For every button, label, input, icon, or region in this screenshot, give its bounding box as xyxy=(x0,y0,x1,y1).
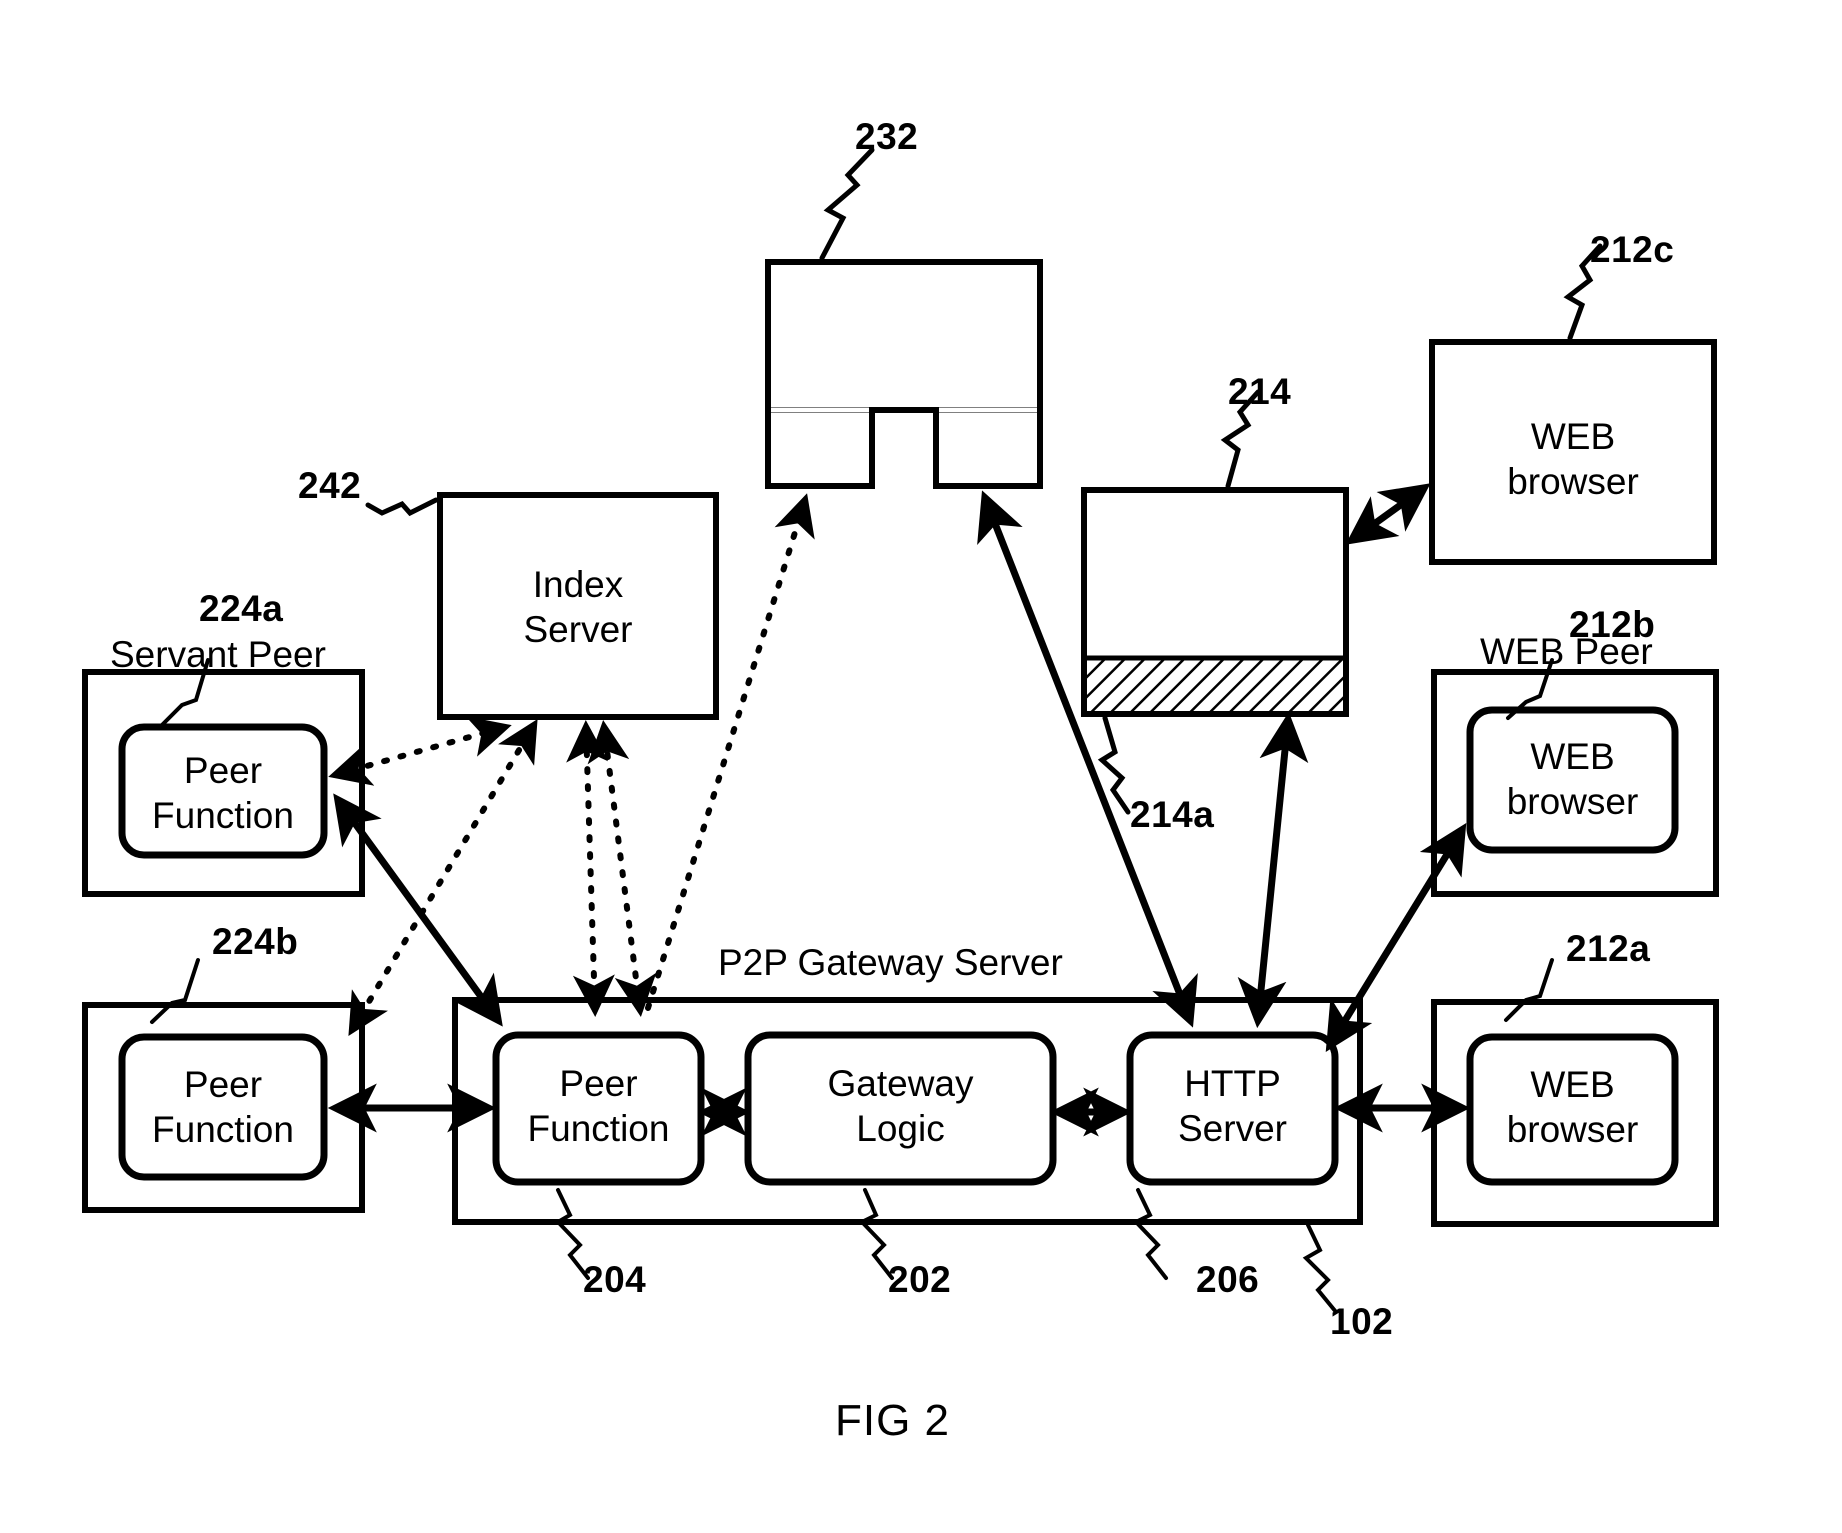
connector-store214-webpeer212c xyxy=(1345,483,1431,545)
web-browser-212a-line1: WEB xyxy=(1530,1064,1615,1105)
reference-number-206: 206 xyxy=(1196,1259,1260,1300)
connector-peer224b-indexserver xyxy=(348,718,538,1037)
gateway-logic-line2: Logic xyxy=(856,1108,945,1149)
figure-caption: FIG 2 xyxy=(835,1396,951,1445)
reference-number-224a: 224a xyxy=(199,588,284,629)
reference-number-224b: 224b xyxy=(212,921,299,962)
web-browser-212b-line1: WEB xyxy=(1530,736,1615,777)
network-element-232 xyxy=(765,147,1043,489)
web-browser-212a-line2: browser xyxy=(1506,1109,1639,1150)
gateway-logic-line1: Gateway xyxy=(827,1063,974,1104)
patent-figure-page: 232 212c 214 242 224a 212b 214a 224b 212… xyxy=(0,0,1842,1533)
gateway-peer-function-line1: Peer xyxy=(559,1063,638,1104)
web-browser-212b-line2: browser xyxy=(1506,781,1639,822)
reference-number-232: 232 xyxy=(855,116,919,157)
gateway-peer-function-line2: Function xyxy=(527,1108,670,1149)
connector-httpserver-store214 xyxy=(1237,711,1309,1029)
reference-number-242: 242 xyxy=(298,465,362,506)
index-server-label-line2: Server xyxy=(523,609,633,650)
connector-gatewaypeer-indexserver xyxy=(566,720,657,1017)
http-server-line2: Server xyxy=(1178,1108,1287,1149)
peer-224b-function-line1: Peer xyxy=(183,1064,263,1105)
web-peer-212c-group xyxy=(1429,243,1717,565)
peer-224b-function-line2: Function xyxy=(152,1109,294,1150)
connector-httpserver-webpeer212b xyxy=(1325,823,1467,1052)
reference-number-202: 202 xyxy=(888,1259,952,1300)
connector-servantpeer-gatewaypeer xyxy=(333,793,503,1027)
reference-number-212c: 212c xyxy=(1590,229,1675,270)
reference-number-102: 102 xyxy=(1330,1301,1394,1342)
servant-peer-group-label: Servant Peer xyxy=(110,634,326,675)
reference-number-204: 204 xyxy=(583,1259,647,1300)
web-browser-212c-line1: WEB xyxy=(1530,416,1616,457)
servant-peer-function-line1: Peer xyxy=(183,750,263,791)
p2p-gateway-server-label: P2P Gateway Server xyxy=(718,942,1063,983)
index-server-label-line1: Index xyxy=(532,564,624,605)
reference-number-214: 214 xyxy=(1228,371,1292,412)
reference-number-214a: 214a xyxy=(1130,794,1215,835)
web-peer-group-label: WEB Peer xyxy=(1480,631,1653,672)
servant-peer-function-line2: Function xyxy=(152,795,294,836)
content-store-214 xyxy=(1081,389,1349,815)
web-browser-212c-line2: browser xyxy=(1507,461,1639,502)
reference-number-212a: 212a xyxy=(1566,928,1651,969)
http-server-line1: HTTP xyxy=(1184,1063,1281,1104)
